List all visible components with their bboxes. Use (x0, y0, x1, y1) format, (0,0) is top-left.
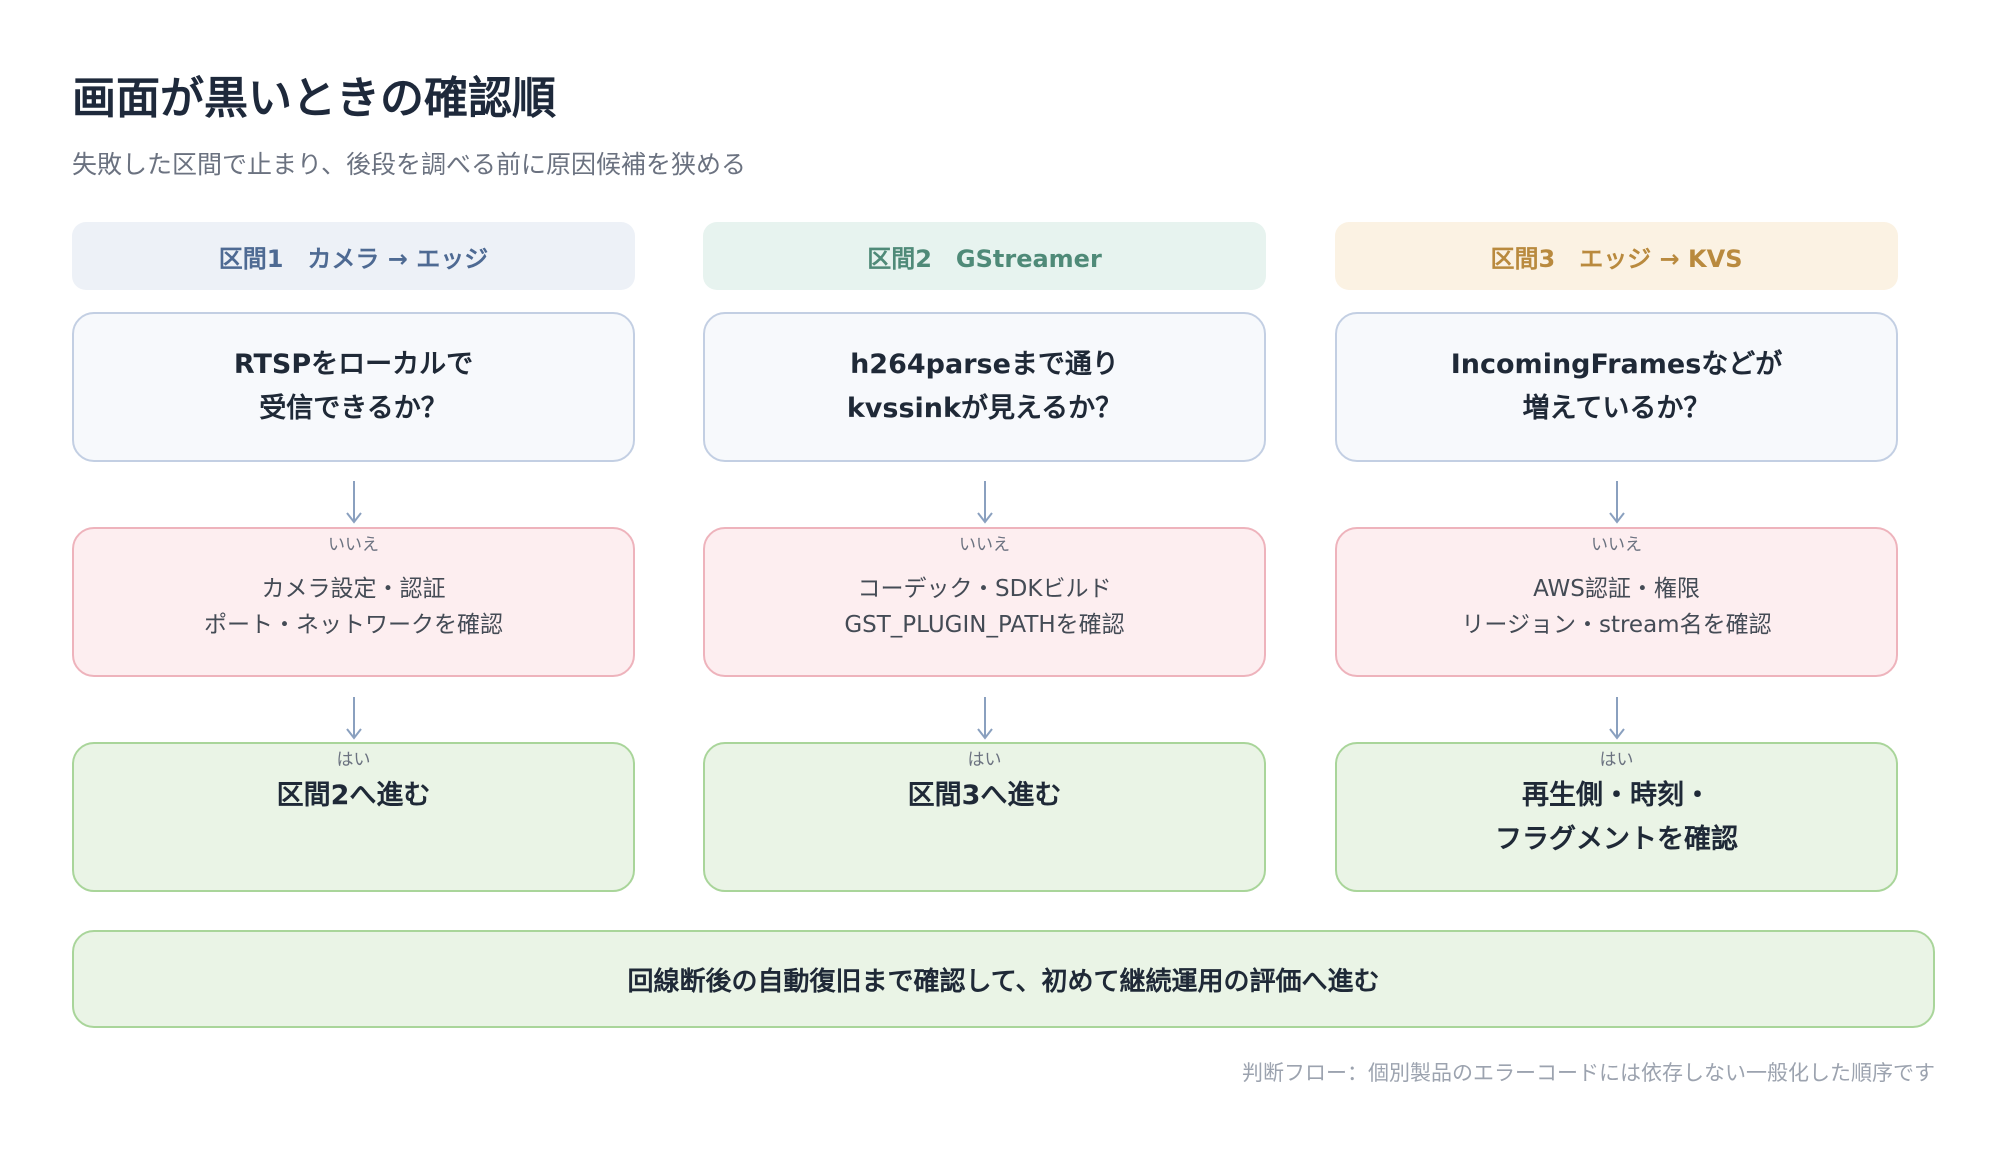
section-1-yes-line-1: 区間2へ進む (276, 780, 431, 811)
section-2-yes-line-1: 区間3へ進む (907, 780, 1062, 811)
arrow-down-icon (344, 697, 364, 741)
section-1-no-tag: いいえ (328, 535, 379, 555)
arrow-down-icon (344, 481, 364, 525)
section-3-question-line-2: 増えているか？ (1522, 393, 1711, 424)
section-2-no-line-2: GST_PLUGIN_PATHを確認 (844, 612, 1125, 638)
section-2-question-line-2: kvssinkが見えるか？ (846, 393, 1123, 424)
section-3-header: 区間3 エッジ → KVS (1335, 222, 1898, 290)
section-3-no-line-2: リージョン・stream名を確認 (1461, 612, 1772, 638)
section-1-yes-box: はい 区間2へ進む (72, 742, 635, 892)
section-3-no-tag: いいえ (1591, 535, 1642, 555)
section-3-yes-tag: はい (1599, 750, 1634, 770)
footnote: 判断フロー：個別製品のエラーコードには依存しない一般化した順序です (1242, 1061, 1935, 1085)
section-3-no-line-1: AWS認証・権限 (1533, 576, 1700, 602)
arrow-down-icon (975, 697, 995, 741)
section-1-question: RTSPをローカルで 受信できるか？ (72, 312, 635, 462)
section-2-no-box: いいえ コーデック・SDKビルド GST_PLUGIN_PATHを確認 (703, 527, 1266, 677)
section-2-question-line-1: h264parseまで通り (850, 349, 1119, 380)
section-2-question: h264parseまで通り kvssinkが見えるか？ (703, 312, 1266, 462)
arrow-down-icon (1607, 481, 1627, 525)
section-3-question: IncomingFramesなどが 増えているか？ (1335, 312, 1898, 462)
section-2-yes-box: はい 区間3へ進む (703, 742, 1266, 892)
section-2-no-tag: いいえ (959, 535, 1010, 555)
section-1-yes-tag: はい (336, 750, 371, 770)
section-1-header: 区間1 カメラ → エッジ (72, 222, 635, 290)
arrow-down-icon (1607, 697, 1627, 741)
section-1-no-box: いいえ カメラ設定・認証 ポート・ネットワークを確認 (72, 527, 635, 677)
arrow-down-icon (975, 481, 995, 525)
summary-banner: 回線断後の自動復旧まで確認して、初めて継続運用の評価へ進む (72, 930, 1935, 1028)
section-3-no-box: いいえ AWS認証・権限 リージョン・stream名を確認 (1335, 527, 1898, 677)
section-1-question-line-2: 受信できるか？ (259, 393, 448, 424)
page-subtitle: 失敗した区間で止まり、後段を調べる前に原因候補を狭める (72, 150, 747, 179)
section-1-no-line-2: ポート・ネットワークを確認 (204, 612, 503, 638)
section-3-yes-line-2: フラグメントを確認 (1495, 824, 1738, 855)
section-3-yes-line-1: 再生側・時刻・ (1522, 780, 1711, 811)
section-1-no-line-1: カメラ設定・認証 (261, 576, 446, 602)
section-2-header: 区間2 GStreamer (703, 222, 1266, 290)
section-2-yes-tag: はい (967, 750, 1002, 770)
section-2-no-line-1: コーデック・SDKビルド (857, 576, 1112, 602)
section-1-question-line-1: RTSPをローカルで (233, 349, 474, 380)
section-3-yes-box: はい 再生側・時刻・ フラグメントを確認 (1335, 742, 1898, 892)
section-3-question-line-1: IncomingFramesなどが (1450, 349, 1783, 380)
page-title: 画面が黒いときの確認順 (72, 73, 556, 124)
